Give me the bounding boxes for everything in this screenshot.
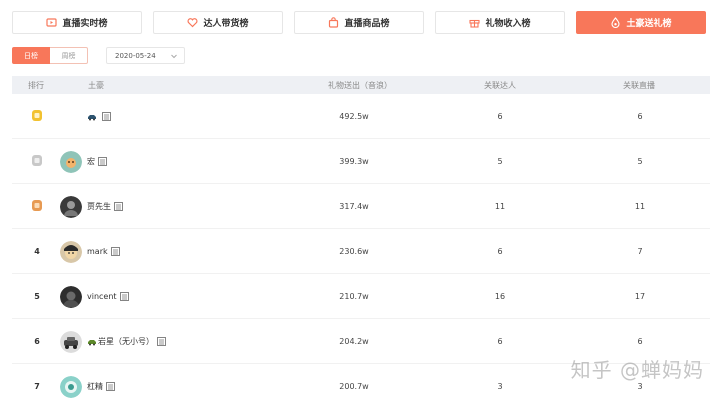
table-header: 排行 土豪 礼物送出（音浪） 关联达人 关联直播: [12, 76, 710, 94]
gift-value: 399.3w: [339, 157, 369, 166]
silver-medal-icon: [31, 154, 43, 169]
table-row[interactable]: 宏 399.3w 5 5: [12, 139, 710, 184]
vip-level-icon: [110, 247, 120, 256]
rank-cell: [30, 94, 44, 139]
vip-level-icon: [114, 202, 123, 211]
linked-lives-value: 5: [637, 157, 643, 166]
user-name: vincent: [87, 292, 117, 301]
rank-number: 4: [34, 247, 40, 256]
vip-level-icon: [102, 112, 111, 121]
avatar: [60, 195, 82, 218]
linked-lives-value: 11: [634, 202, 646, 211]
user-cell: [60, 94, 111, 139]
linked-influencers-value: 6: [497, 112, 503, 121]
linked-influencers-value: 6: [497, 247, 503, 256]
shopping-bag-icon: [328, 17, 339, 28]
linked-influencers-value: 11: [494, 202, 506, 211]
vip-level-icon: [106, 382, 115, 391]
gift-value: 230.6w: [339, 247, 369, 256]
tab-label: 直播实时榜: [62, 19, 108, 29]
avatar: [60, 375, 82, 398]
header-rank: 排行: [28, 81, 44, 90]
linked-influencers-value: 3: [497, 382, 503, 391]
user-cell: vincent: [60, 274, 129, 319]
user-cell: 宏: [60, 139, 107, 184]
tab-influencer-sales[interactable]: 达人带货榜: [153, 11, 283, 34]
car-badge-icon: [87, 338, 97, 346]
user-name: 岩星（无小号）: [98, 337, 154, 346]
avatar: [60, 106, 82, 128]
tab-label: 土豪送礼榜: [626, 19, 672, 29]
gold-medal-icon: [31, 109, 43, 124]
user-cell: 岩星（无小号）: [60, 319, 166, 364]
header-linked-influencers: 关联达人: [484, 81, 516, 90]
rank-number: 7: [34, 382, 40, 391]
filter-bar: 日榜 周榜 2020-05-24: [12, 47, 185, 64]
header-linked-lives: 关联直播: [623, 81, 655, 90]
watermark: 知乎 @蝉妈妈: [570, 358, 704, 382]
user-cell: mark: [60, 229, 120, 274]
car-badge-icon: [87, 113, 97, 121]
avatar: [60, 150, 82, 173]
user-name: 杠精: [87, 382, 103, 391]
user-name: 贾先生: [87, 202, 111, 211]
rank-number: 6: [34, 337, 40, 346]
rank-number: 5: [34, 292, 40, 301]
rank-cell: [30, 139, 44, 184]
bronze-medal-icon: [31, 199, 43, 214]
tab-gift-income[interactable]: 礼物收入榜: [435, 11, 565, 34]
table-row[interactable]: 492.5w 6 6: [12, 94, 710, 139]
live-screen-icon: [46, 17, 58, 28]
ranking-tabs: 直播实时榜 达人带货榜 直播商品榜 礼物收入榜 土豪送礼榜: [12, 11, 710, 34]
avatar: [60, 240, 82, 263]
user-name: mark: [87, 247, 108, 256]
vip-level-icon: [98, 157, 107, 166]
gift-value: 200.7w: [339, 382, 369, 391]
linked-lives-value: 6: [637, 112, 643, 121]
user-name: 宏: [87, 157, 95, 166]
tab-label: 礼物收入榜: [485, 19, 531, 29]
gift-value: 492.5w: [339, 112, 369, 121]
linked-lives-value: 17: [634, 292, 646, 301]
linked-influencers-value: 16: [494, 292, 506, 301]
linked-influencers-value: 6: [497, 337, 503, 346]
user-cell: 杠精: [60, 364, 115, 401]
tab-label: 达人带货榜: [203, 19, 249, 29]
gift-value: 210.7w: [339, 292, 369, 301]
gift-value: 204.2w: [339, 337, 369, 346]
tab-live-products[interactable]: 直播商品榜: [294, 11, 424, 34]
date-select[interactable]: 2020-05-24: [106, 47, 185, 64]
period-toggle: 日榜 周榜: [12, 47, 88, 64]
header-user: 土豪: [88, 81, 104, 90]
gift-icon: [469, 17, 481, 28]
rank-cell: [30, 184, 44, 229]
chevron-down-icon: [170, 52, 178, 62]
avatar: [60, 330, 82, 353]
fire-drop-icon: [610, 17, 621, 28]
table-row[interactable]: 5 vincent 210.7w 16 17: [12, 274, 710, 319]
tab-tycoon-gifts[interactable]: 土豪送礼榜: [576, 11, 706, 34]
table-row[interactable]: 4 mark 230.6w 6 7: [12, 229, 710, 274]
date-value: 2020-05-24: [115, 51, 156, 60]
header-gift: 礼物送出（音浪）: [328, 81, 392, 90]
tab-label: 直播商品榜: [344, 19, 390, 29]
heart-badge-icon: [187, 17, 198, 28]
gift-value: 317.4w: [339, 202, 369, 211]
vip-level-icon: [157, 337, 166, 346]
linked-lives-value: 7: [637, 247, 643, 256]
user-cell: 贾先生: [60, 184, 123, 229]
day-ranking-button[interactable]: 日榜: [12, 47, 50, 64]
week-ranking-button[interactable]: 周榜: [50, 47, 88, 64]
table-row[interactable]: 贾先生 317.4w 11 11: [12, 184, 710, 229]
avatar: [60, 285, 82, 308]
linked-influencers-value: 5: [497, 157, 503, 166]
tab-live-realtime[interactable]: 直播实时榜: [12, 11, 142, 34]
vip-level-icon: [119, 292, 129, 301]
